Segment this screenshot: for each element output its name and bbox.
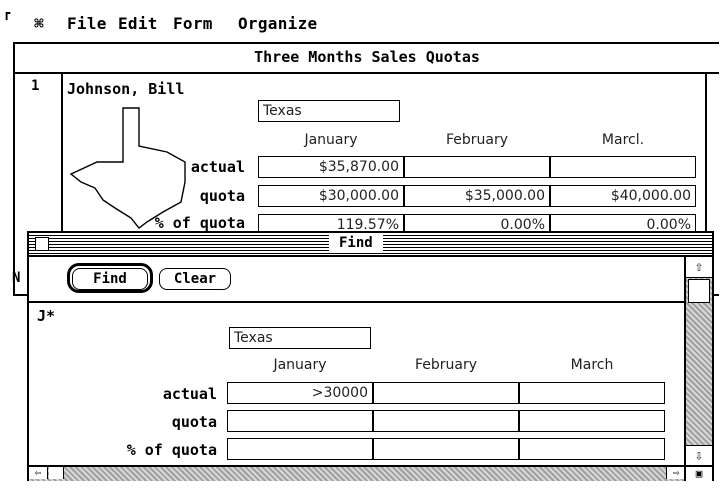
back-window-edge-label: N [12, 270, 21, 286]
actual-february-field[interactable] [404, 156, 550, 178]
find-window-title: Find [329, 235, 383, 251]
vertical-scrollbar[interactable]: ⇧ ⇩ [684, 257, 712, 466]
column-header-march: Marcl. [601, 132, 645, 148]
find-quota-february-field[interactable] [373, 410, 519, 432]
find-column-header-march: March [570, 357, 614, 373]
find-state-field[interactable]: Texas [229, 327, 371, 349]
find-quota-march-field[interactable] [519, 410, 665, 432]
quota-january-field[interactable]: $30,000.00 [258, 185, 404, 207]
menu-form[interactable]: Form [173, 14, 213, 33]
window-title: Three Months Sales Quotas [254, 48, 480, 66]
menu-file[interactable]: File [67, 14, 107, 33]
menu-bar: ┏ ⌘ File Edit Form Organize [0, 0, 724, 40]
quota-march-field[interactable]: $40,000.00 [550, 185, 696, 207]
horizontal-scrollbar[interactable]: ⇦ ⇨ [29, 465, 685, 481]
window-titlebar[interactable]: Three Months Sales Quotas [15, 44, 719, 74]
column-header-january: January [304, 132, 358, 148]
find-row-label-actual: actual [162, 385, 217, 403]
menu-edit[interactable]: Edit [118, 14, 158, 33]
find-row-label-percent-of-quota: % of quota [126, 441, 217, 459]
clear-button[interactable]: Clear [159, 268, 231, 290]
quota-february-field[interactable]: $35,000.00 [404, 185, 550, 207]
find-window: Find Find Clear J* Texas January Februar… [27, 231, 714, 481]
scroll-left-arrow-icon[interactable]: ⇦ [29, 467, 48, 479]
menu-organize[interactable]: Organize [238, 14, 317, 33]
find-button[interactable]: Find [72, 268, 148, 290]
apple-menu-icon[interactable]: ⌘ [34, 14, 44, 33]
find-actual-february-field[interactable] [373, 382, 519, 404]
find-column-header-january: January [273, 357, 327, 373]
close-box-icon[interactable] [35, 237, 49, 251]
horizontal-scroll-thumb[interactable] [49, 467, 64, 479]
find-percent-march-field[interactable] [519, 438, 665, 460]
record-number: 1 [31, 78, 40, 94]
find-percent-january-field[interactable] [227, 438, 373, 460]
row-label-actual: actual [190, 158, 245, 176]
find-query-text: J* [37, 307, 56, 325]
salesperson-name: Johnson, Bill [67, 80, 185, 98]
grow-box-icon[interactable]: ▣ [684, 465, 712, 481]
state-field[interactable]: Texas [258, 100, 400, 122]
row-label-quota: quota [199, 187, 245, 205]
find-quota-january-field[interactable] [227, 410, 373, 432]
scroll-right-arrow-icon[interactable]: ⇨ [666, 467, 685, 479]
column-header-february: February [445, 132, 509, 148]
actual-march-field[interactable] [550, 156, 696, 178]
find-percent-february-field[interactable] [373, 438, 519, 460]
find-toolbar: Find Clear [29, 257, 684, 303]
find-row-label-quota: quota [171, 413, 217, 431]
corner-mark: ┏ [3, 6, 11, 20]
scroll-thumb[interactable] [688, 279, 710, 303]
find-column-header-february: February [414, 357, 478, 373]
scroll-up-arrow-icon[interactable]: ⇧ [686, 257, 712, 278]
find-actual-march-field[interactable] [519, 382, 665, 404]
scroll-down-arrow-icon[interactable]: ⇩ [686, 445, 712, 466]
find-actual-january-field[interactable]: >30000 [227, 382, 373, 404]
row-label-percent-of-quota: % of quota [154, 214, 245, 232]
actual-january-field[interactable]: $35,870.00 [258, 156, 404, 178]
